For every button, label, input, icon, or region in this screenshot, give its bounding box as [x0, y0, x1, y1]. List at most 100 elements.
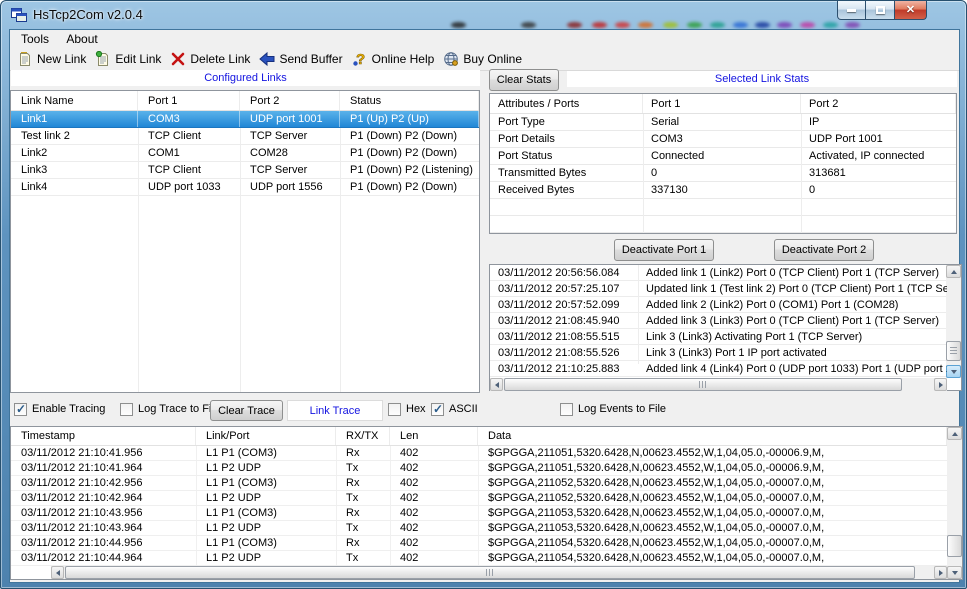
trace-row[interactable]: 03/11/2012 21:10:41.956 L1 P1 (COM3) Rx … [11, 446, 947, 461]
enable-tracing-checkbox[interactable] [14, 403, 27, 416]
event-timestamp: 03/11/2012 20:57:52.099 [490, 297, 638, 313]
trace-rxtx: Rx [336, 536, 390, 550]
trace-rxtx: Rx [336, 476, 390, 490]
event-row[interactable]: 03/11/2012 21:08:55.515 Link 3 (Link3) A… [490, 329, 947, 345]
trace-len: 402 [390, 506, 478, 520]
close-button[interactable]: ✕ [894, 1, 927, 20]
clear-trace-button[interactable]: Clear Trace [210, 400, 283, 421]
hex-checkbox[interactable] [388, 403, 401, 416]
scrollbar-thumb[interactable] [504, 378, 902, 391]
stats-row: Port Type Serial IP [490, 114, 956, 131]
link-row[interactable]: Link4 UDP port 1033 UDP port 1556 P1 (Do… [11, 179, 479, 196]
scrollbar-thumb[interactable] [946, 341, 961, 361]
event-row[interactable]: 03/11/2012 20:57:25.107 Updated link 1 (… [490, 281, 947, 297]
clear-stats-button[interactable]: Clear Stats [489, 69, 559, 91]
minimize-button[interactable] [837, 1, 866, 20]
trace-data: $GPGGA,211054,5320.6428,N,00623.4552,W,1… [478, 536, 947, 550]
scroll-right-button[interactable] [934, 378, 947, 391]
event-row[interactable]: 03/11/2012 21:10:25.883 Added link 4 (Li… [490, 361, 947, 377]
link-row[interactable]: Test link 2 TCP Client TCP Server P1 (Do… [11, 128, 479, 145]
link-row[interactable]: Link1 COM3 UDP port 1001 P1 (Up) P2 (Up) [11, 111, 479, 128]
scroll-down-button[interactable] [947, 566, 962, 579]
scrollbar-thumb[interactable] [65, 566, 915, 579]
configured-links-header: Link Name Port 1 Port 2 Status [11, 91, 479, 111]
link-row[interactable]: Link2 COM1 COM28 P1 (Down) P2 (Down) [11, 145, 479, 162]
stat-port2-value: Activated, IP connected [801, 148, 956, 165]
deactivate-port2-button[interactable]: Deactivate Port 2 [774, 239, 874, 261]
log-trace-checkbox[interactable] [120, 403, 133, 416]
column-header[interactable]: Link/Port [196, 427, 336, 445]
new-link-button[interactable]: New Link [14, 49, 92, 69]
delete-link-button[interactable]: Delete Link [167, 49, 256, 69]
column-header[interactable]: Data [478, 427, 947, 445]
event-row[interactable]: 03/11/2012 21:08:45.940 Added link 3 (Li… [490, 313, 947, 329]
titlebar[interactable]: HsTcp2Com v2.0.4 ✕ [1, 1, 966, 29]
trace-link-port: L1 P1 (COM3) [196, 446, 336, 460]
link-status: P1 (Down) P2 (Down) [340, 128, 479, 144]
column-header[interactable]: RX/TX [336, 427, 390, 445]
link-status: P1 (Up) P2 (Up) [340, 111, 479, 127]
trace-link-port: L1 P1 (COM3) [196, 506, 336, 520]
scroll-up-button[interactable] [947, 427, 962, 440]
trace-row[interactable]: 03/11/2012 21:10:44.964 L1 P2 UDP Tx 402… [11, 551, 947, 566]
scrollbar-thumb[interactable] [947, 535, 962, 557]
column-header[interactable]: Status [340, 91, 479, 110]
event-row[interactable]: 03/11/2012 21:08:55.526 Link 3 (Link3) P… [490, 345, 947, 361]
event-row[interactable]: 03/11/2012 20:56:56.084 Added link 1 (Li… [490, 265, 947, 281]
thumb-grip-icon [950, 347, 957, 355]
column-header[interactable]: Port 2 [240, 91, 340, 110]
scroll-left-button[interactable] [51, 566, 64, 579]
trace-row[interactable]: 03/11/2012 21:10:41.964 L1 P2 UDP Tx 402… [11, 461, 947, 476]
desktop-dot [592, 22, 607, 28]
column-header[interactable]: Link Name [11, 91, 138, 110]
log-events-checkbox[interactable] [560, 403, 573, 416]
column-header[interactable]: Port 1 [643, 94, 801, 113]
stats-row: Transmitted Bytes 0 313681 [490, 165, 956, 182]
column-header[interactable]: Len [390, 427, 478, 445]
link-status: P1 (Down) P2 (Down) [340, 145, 479, 161]
ascii-checkbox[interactable] [431, 403, 444, 416]
trace-link-port: L1 P2 UDP [196, 521, 336, 535]
trace-link-port: L1 P2 UDP [196, 491, 336, 505]
stats-row: Port Status Connected Activated, IP conn… [490, 148, 956, 165]
deactivate-port1-button[interactable]: Deactivate Port 1 [614, 239, 714, 261]
toolbar-label: Online Help [372, 52, 435, 66]
buy-online-icon [443, 51, 459, 67]
menu-tools[interactable]: Tools [14, 30, 56, 48]
link-row[interactable]: Link3 TCP Client TCP Server P1 (Down) P2… [11, 162, 479, 179]
column-header[interactable]: Port 1 [138, 91, 240, 110]
maximize-button[interactable] [866, 1, 894, 20]
buy-online-button[interactable]: Buy Online [440, 49, 528, 69]
trace-row[interactable]: 03/11/2012 21:10:42.964 L1 P2 UDP Tx 402… [11, 491, 947, 506]
event-vertical-scrollbar[interactable] [946, 265, 961, 378]
stat-port1-value: Connected [643, 148, 801, 165]
trace-row[interactable]: 03/11/2012 21:10:44.956 L1 P1 (COM3) Rx … [11, 536, 947, 551]
trace-vertical-scrollbar[interactable] [947, 427, 962, 579]
online-help-button[interactable]: ? Online Help [349, 49, 441, 69]
send-buffer-button[interactable]: Send Buffer [256, 49, 348, 69]
scroll-left-button[interactable] [490, 378, 503, 391]
trace-row[interactable]: 03/11/2012 21:10:42.956 L1 P1 (COM3) Rx … [11, 476, 947, 491]
link-port1: COM1 [138, 145, 240, 161]
menu-about[interactable]: About [59, 30, 104, 48]
column-header[interactable]: Attributes / Ports [490, 94, 643, 113]
ascii-label: ASCII [449, 403, 478, 416]
edit-link-button[interactable]: Edit Link [92, 49, 167, 69]
scroll-down-icon [952, 571, 958, 575]
event-text: Added link 4 (Link4) Port 0 (UDP port 10… [638, 361, 947, 377]
scroll-up-button[interactable] [946, 265, 961, 278]
app-icon [11, 7, 27, 23]
scroll-right-button[interactable] [934, 566, 947, 579]
column-header[interactable]: Timestamp [11, 427, 196, 445]
trace-link-port: L1 P1 (COM3) [196, 536, 336, 550]
trace-horizontal-scrollbar[interactable] [51, 566, 947, 579]
event-horizontal-scrollbar[interactable] [490, 378, 947, 391]
trace-row[interactable]: 03/11/2012 21:10:43.956 L1 P1 (COM3) Rx … [11, 506, 947, 521]
column-header[interactable]: Port 2 [801, 94, 956, 113]
window-controls: ✕ [837, 1, 927, 20]
trace-row[interactable]: 03/11/2012 21:10:43.964 L1 P2 UDP Tx 402… [11, 521, 947, 536]
desktop-dot [638, 22, 653, 28]
event-row[interactable]: 03/11/2012 20:57:52.099 Added link 2 (Li… [490, 297, 947, 313]
scroll-down-button[interactable] [946, 365, 961, 378]
desktop-dot [777, 22, 792, 28]
